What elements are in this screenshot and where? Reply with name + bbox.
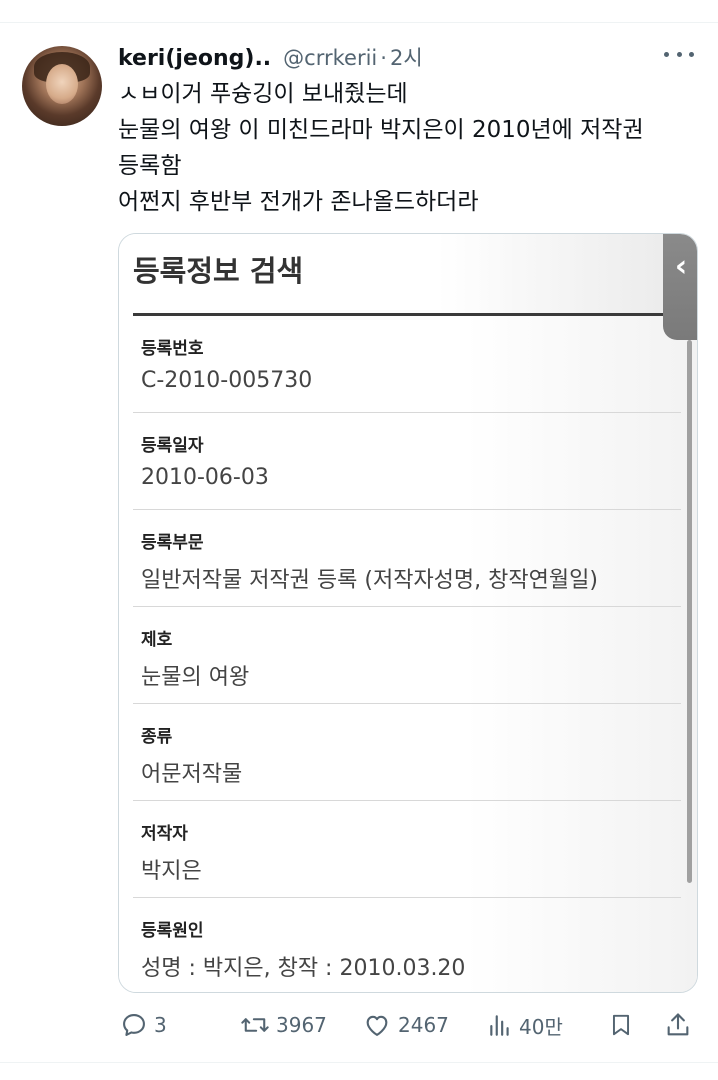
- bookmark-icon: [608, 1011, 634, 1039]
- retweet-icon: [240, 1011, 270, 1039]
- field-value: 어문저작물: [141, 762, 243, 787]
- tweet-line: 등록함: [118, 153, 182, 179]
- retweet-button[interactable]: 3967: [240, 1005, 327, 1045]
- attached-image-card[interactable]: 등록정보 검색 ‹ 등록번호 C-2010-005730 등록일자 2010-0…: [118, 233, 698, 993]
- field-label: 등록부문: [141, 533, 204, 553]
- field-label: 저작자: [141, 824, 188, 844]
- separator-dot: ·: [380, 46, 387, 70]
- field-title: 제호 눈물의 여왕: [133, 607, 681, 704]
- field-value: 성명 : 박지은, 창작 : 2010.03.20: [141, 956, 466, 981]
- top-divider: [0, 22, 718, 23]
- tweet-header: keri(jeong).. @crrkerii · 2시: [118, 42, 423, 72]
- action-bar: 3 3967 2467 40만: [0, 1005, 718, 1045]
- user-handle[interactable]: @crrkerii: [283, 46, 377, 70]
- tweet-line: 어쩐지 후반부 전개가 존나올드하더라: [118, 189, 479, 215]
- retweet-count: 3967: [276, 1013, 327, 1037]
- reply-button[interactable]: 3: [120, 1005, 167, 1045]
- like-button[interactable]: 2467: [362, 1005, 449, 1045]
- field-registration-date: 등록일자 2010-06-03: [133, 413, 681, 510]
- more-icon[interactable]: [664, 44, 694, 64]
- share-icon: [664, 1011, 692, 1039]
- reply-count: 3: [154, 1013, 167, 1037]
- like-count: 2467: [398, 1013, 449, 1037]
- avatar[interactable]: [22, 46, 102, 126]
- field-label: 종류: [141, 727, 173, 747]
- chevron-left-icon: ‹: [674, 249, 688, 284]
- tweet-text: ㅅㅂ이거 푸슝깅이 보내줬는데 눈물의 여왕 이 미친드라마 박지은이 2010…: [118, 76, 708, 220]
- field-value: 2010-06-03: [141, 465, 269, 490]
- tweet-line: 눈물의 여왕 이 미친드라마 박지은이 2010년에 저작권: [118, 117, 644, 143]
- field-value: 일반저작물 저작권 등록 (저작자성명, 창작연월일): [141, 568, 598, 593]
- field-value: C-2010-005730: [141, 368, 313, 393]
- field-registration-category: 등록부문 일반저작물 저작권 등록 (저작자성명, 창작연월일): [133, 510, 681, 607]
- heart-icon: [362, 1011, 392, 1039]
- field-value: 박지은: [141, 859, 202, 884]
- field-author: 저작자 박지은: [133, 801, 681, 898]
- field-registration-number: 등록번호 C-2010-005730: [133, 316, 681, 413]
- bottom-divider: [0, 1062, 718, 1063]
- card-title: 등록정보 검색: [133, 254, 304, 288]
- field-label: 제호: [141, 630, 173, 650]
- field-registration-cause: 등록원인 성명 : 박지은, 창작 : 2010.03.20: [133, 898, 681, 992]
- field-label: 등록일자: [141, 436, 204, 456]
- views-icon: [487, 1011, 513, 1039]
- field-label: 등록원인: [141, 921, 204, 941]
- share-button[interactable]: [664, 1005, 692, 1045]
- field-type: 종류 어문저작물: [133, 704, 681, 801]
- tweet-line: ㅅㅂ이거 푸슝깅이 보내줬는데: [118, 81, 408, 107]
- views-count: 40만: [519, 1014, 563, 1039]
- display-name[interactable]: keri(jeong)..: [118, 46, 271, 71]
- bookmark-button[interactable]: [608, 1005, 634, 1045]
- field-value: 눈물의 여왕: [141, 665, 250, 690]
- timestamp[interactable]: 2시: [390, 42, 423, 72]
- scrollbar[interactable]: [687, 340, 692, 883]
- field-label: 등록번호: [141, 339, 204, 359]
- reply-icon: [120, 1011, 148, 1039]
- views-button[interactable]: 40만: [487, 1005, 563, 1045]
